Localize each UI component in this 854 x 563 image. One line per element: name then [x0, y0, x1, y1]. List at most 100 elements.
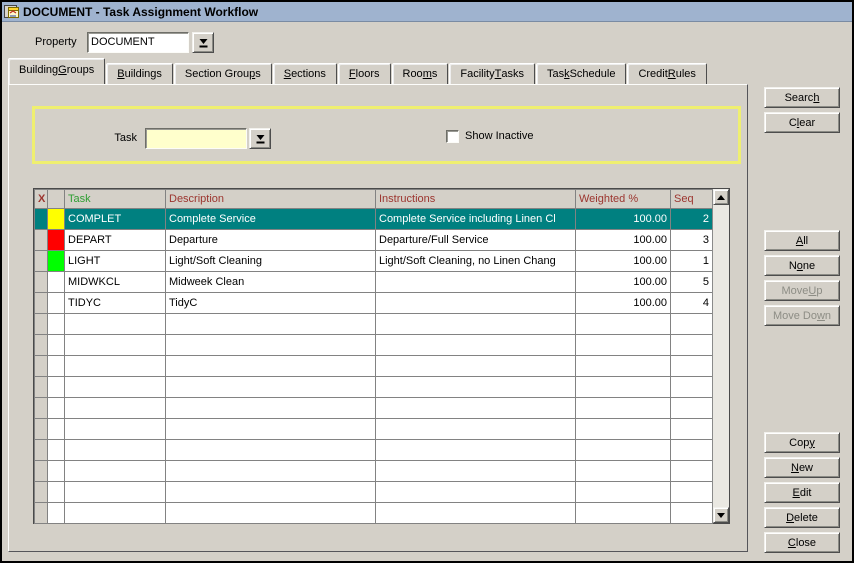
header-weighted[interactable]: Weighted %	[576, 190, 671, 209]
table-row[interactable]	[35, 482, 713, 503]
row-select-cell	[35, 377, 48, 398]
cell-weighted	[576, 461, 671, 482]
table-row[interactable]	[35, 356, 713, 377]
cell-instructions	[376, 293, 576, 314]
cell-instructions	[376, 482, 576, 503]
cell-instructions	[376, 503, 576, 524]
tab-task-schedule[interactable]: Task Schedule	[536, 63, 627, 84]
header-description[interactable]: Description	[166, 190, 376, 209]
cell-description	[166, 377, 376, 398]
tab-credit-rules[interactable]: Credit Rules	[627, 63, 706, 84]
row-select-cell	[35, 461, 48, 482]
clear-button[interactable]: Clear	[764, 112, 840, 133]
table-row[interactable]	[35, 398, 713, 419]
cell-weighted	[576, 335, 671, 356]
property-lov-button[interactable]	[192, 32, 214, 53]
all-button[interactable]: All	[764, 230, 840, 251]
move-down-button[interactable]: Move Down	[764, 305, 840, 326]
property-label: Property	[35, 36, 77, 48]
table-row[interactable]	[35, 335, 713, 356]
filter-groupbox	[32, 106, 741, 164]
cell-description: Complete Service	[166, 209, 376, 230]
table-row[interactable]	[35, 377, 713, 398]
task-color-swatch	[48, 482, 65, 503]
cell-description	[166, 461, 376, 482]
cell-task: MIDWKCL	[65, 272, 166, 293]
cell-task	[65, 503, 166, 524]
task-color-swatch	[48, 356, 65, 377]
cell-task	[65, 461, 166, 482]
tab-floors[interactable]: Floors	[338, 63, 391, 84]
property-input[interactable]: DOCUMENT	[87, 32, 189, 53]
table-row[interactable]: COMPLETComplete ServiceComplete Service …	[35, 209, 713, 230]
tab-facility-tasks[interactable]: Facility Tasks	[449, 63, 535, 84]
task-color-swatch	[48, 461, 65, 482]
copy-button[interactable]: Copy	[764, 432, 840, 453]
row-select-cell	[35, 272, 48, 293]
row-select-cell	[35, 419, 48, 440]
task-lov-button[interactable]	[249, 128, 271, 149]
table-row[interactable]: LIGHTLight/Soft CleaningLight/Soft Clean…	[35, 251, 713, 272]
table-row[interactable]	[35, 314, 713, 335]
header-x[interactable]: X	[35, 190, 48, 209]
cell-task: LIGHT	[65, 251, 166, 272]
cell-weighted	[576, 398, 671, 419]
task-color-swatch	[48, 377, 65, 398]
cell-seq	[671, 356, 713, 377]
table-row[interactable]: TIDYCTidyC100.004	[35, 293, 713, 314]
scroll-up-button[interactable]	[713, 189, 729, 205]
edit-button[interactable]: Edit	[764, 482, 840, 503]
cell-instructions: Light/Soft Cleaning, no Linen Chang	[376, 251, 576, 272]
task-color-swatch	[48, 398, 65, 419]
task-assignment-window: DOCUMENT - Task Assignment Workflow Prop…	[0, 0, 854, 563]
cell-weighted	[576, 440, 671, 461]
move-up-button[interactable]: Move Up	[764, 280, 840, 301]
cell-seq	[671, 482, 713, 503]
table-row[interactable]	[35, 461, 713, 482]
tab-building-groups[interactable]: Building Groups	[8, 58, 105, 84]
task-grid: X Task Description Instructions Weighted…	[34, 189, 713, 524]
cell-weighted: 100.00	[576, 230, 671, 251]
tab-buildings[interactable]: Buildings	[106, 63, 173, 84]
show-inactive-checkbox[interactable]	[446, 130, 459, 143]
cell-description	[166, 482, 376, 503]
cell-task	[65, 314, 166, 335]
new-button[interactable]: New	[764, 457, 840, 478]
row-select-cell	[35, 230, 48, 251]
close-button[interactable]: Close	[764, 532, 840, 553]
cell-task	[65, 440, 166, 461]
cell-task: COMPLET	[65, 209, 166, 230]
table-vertical-scrollbar[interactable]	[712, 189, 729, 523]
row-select-cell	[35, 209, 48, 230]
tab-section-groups[interactable]: Section Groups	[174, 63, 272, 84]
task-color-swatch	[48, 230, 65, 251]
show-inactive-label: Show Inactive	[465, 130, 533, 142]
cell-weighted	[576, 482, 671, 503]
table-row[interactable]	[35, 440, 713, 461]
cell-description	[166, 314, 376, 335]
scroll-down-button[interactable]	[713, 507, 729, 523]
table-row[interactable]: DEPARTDepartureDeparture/Full Service100…	[35, 230, 713, 251]
cell-description: TidyC	[166, 293, 376, 314]
lov-arrow-icon	[255, 133, 266, 145]
table-body: COMPLETComplete ServiceComplete Service …	[35, 209, 713, 524]
cell-seq	[671, 419, 713, 440]
task-filter-input[interactable]	[145, 128, 247, 149]
header-seq[interactable]: Seq	[671, 190, 713, 209]
table-row[interactable]	[35, 419, 713, 440]
tab-rooms[interactable]: Rooms	[392, 63, 449, 84]
cell-seq	[671, 461, 713, 482]
search-button[interactable]: Search	[764, 87, 840, 108]
window-titlebar[interactable]: DOCUMENT - Task Assignment Workflow	[2, 2, 852, 22]
header-task[interactable]: Task	[65, 190, 166, 209]
header-instructions[interactable]: Instructions	[376, 190, 576, 209]
header-color[interactable]	[48, 190, 65, 209]
table-row[interactable]: MIDWKCLMidweek Clean100.005	[35, 272, 713, 293]
cell-instructions	[376, 335, 576, 356]
none-button[interactable]: None	[764, 255, 840, 276]
delete-button[interactable]: Delete	[764, 507, 840, 528]
cell-weighted	[576, 503, 671, 524]
table-row[interactable]	[35, 503, 713, 524]
arrow-up-icon	[717, 195, 725, 200]
tab-sections[interactable]: Sections	[273, 63, 337, 84]
